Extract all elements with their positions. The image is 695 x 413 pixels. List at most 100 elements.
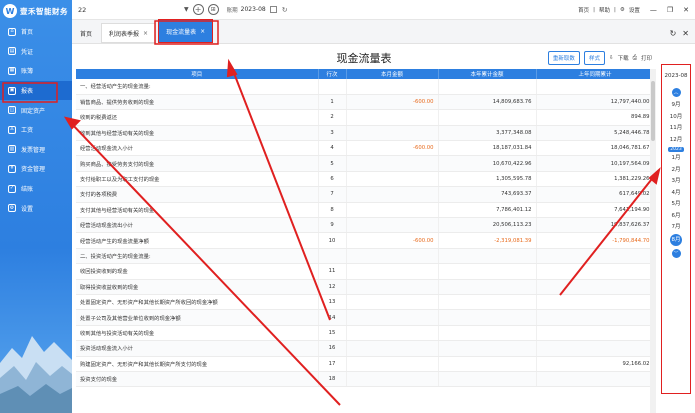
chevron-down-icon[interactable]: ﹀ xyxy=(671,248,681,258)
sidebar-item[interactable]: ▥ 发票管理 xyxy=(0,140,72,160)
period-year: 2023-08 xyxy=(664,73,688,79)
table-row[interactable]: 收回投资收到的现金 11 xyxy=(76,263,655,280)
table-row[interactable]: 购建固定资产、无形资产和其他长期资产所支付的现金 17 92,166.02 xyxy=(76,356,655,372)
download-button[interactable]: 下载 xyxy=(618,54,629,62)
table-row[interactable]: 处置固定资产、无形资产和其他长期资产所收回的现金净额 13 xyxy=(76,294,655,311)
tab-label: 现金流量表 xyxy=(166,28,197,36)
sidebar-item[interactable]: ▣ 报表 xyxy=(0,80,72,101)
month-item[interactable]: 5月 xyxy=(671,199,680,211)
table-row[interactable]: 收到其他与经营活动有关的现金 3 3,377,348.08 5,248,446.78 xyxy=(76,125,655,142)
close-window-icon[interactable]: ✕ xyxy=(683,6,689,14)
row-line: 18 xyxy=(318,371,347,388)
table-row[interactable]: 收到其他与投资活动有关的现金 15 xyxy=(76,325,655,342)
row-item: 投资支付的现金 xyxy=(76,371,319,388)
tab-home[interactable]: 首页 xyxy=(72,23,99,43)
link-home[interactable]: 首页 xyxy=(578,6,589,14)
download-icon[interactable]: ⇩ xyxy=(609,55,614,61)
row-item: 一、经营活动产生的现金流量: xyxy=(76,79,319,95)
row-ytd xyxy=(438,263,537,280)
month-item[interactable]: 3月 xyxy=(671,176,680,188)
row-month xyxy=(346,279,439,295)
table-row[interactable]: 经营活动现金流入小计 4 -600.00 18,187,031.84 18,046,78… xyxy=(76,140,655,157)
sidebar-item[interactable]: ⌂ 首页 xyxy=(0,22,72,42)
table-row[interactable]: 经营活动产生的现金流量净额 10 -600.00 -2,319,081.39 -1,79… xyxy=(76,232,655,249)
row-line: 5 xyxy=(318,155,347,172)
refresh-icon[interactable]: ↻ xyxy=(670,29,677,38)
table-row[interactable]: 二、投资活动产生的现金流量: xyxy=(76,248,655,265)
sidebar-item[interactable]: ♙ 工资 xyxy=(0,120,72,140)
col-item: 项目 xyxy=(76,69,319,79)
table-row[interactable]: 取得投资收益收到的现金 12 xyxy=(76,279,655,295)
close-all-icon[interactable]: ✕ xyxy=(682,29,689,38)
sidebar-item[interactable]: ⚙ 设置 xyxy=(0,198,72,218)
sidebar-item[interactable]: ◫ 固定资产 xyxy=(0,100,72,120)
add-icon[interactable]: + xyxy=(192,4,204,15)
row-month xyxy=(346,371,439,388)
row-prior: -1,790,844.70 xyxy=(536,232,655,249)
row-ytd xyxy=(438,371,537,388)
style-button[interactable]: 样式 xyxy=(583,51,605,65)
month-item[interactable]: 7月 xyxy=(671,222,680,234)
tab-label: 利润表季报 xyxy=(109,30,140,38)
link-settings[interactable]: 设置 xyxy=(629,6,640,14)
scroll-thumb[interactable] xyxy=(651,81,655,141)
table-scrollbar[interactable] xyxy=(650,69,656,413)
month-item[interactable]: 2月 xyxy=(671,165,680,177)
sidebar-item[interactable]: ¥ 资金管理 xyxy=(0,159,72,179)
table-row[interactable]: 支付给职工以及为职工支付的现金 6 1,305,595.78 1,381,229.26 xyxy=(76,171,655,188)
row-item: 经营活动产生的现金流量净额 xyxy=(76,232,319,249)
table-row[interactable]: 经营活动现金流出小计 9 20,506,113.23 19,837,626.37 xyxy=(76,217,655,234)
month-item[interactable]: 11月 xyxy=(670,123,683,135)
table-row[interactable]: 支付其他与经营活动有关的现金 8 7,786,401.12 7,641,194.90 xyxy=(76,202,655,219)
row-item: 取得投资收益收到的现金 xyxy=(76,279,319,295)
sidebar-item[interactable]: ▦ 账簿 xyxy=(0,61,72,81)
table-row[interactable]: 收到的税费返还 2 894.89 xyxy=(76,109,655,126)
restore-icon[interactable]: ❐ xyxy=(667,6,673,14)
row-prior xyxy=(536,294,655,311)
month-item[interactable]: 9月 xyxy=(671,100,680,112)
refresh-icon[interactable]: ↻ xyxy=(282,6,288,14)
sidebar-item[interactable]: ✓ 结账 xyxy=(0,179,72,199)
minimize-icon[interactable]: — xyxy=(650,6,657,14)
table-row[interactable]: 投资支付的现金 18 xyxy=(76,371,655,388)
sidebar-item[interactable]: ▤ 凭证 xyxy=(0,42,72,62)
company-selector[interactable]: 22 xyxy=(72,6,182,14)
month-item[interactable]: 6月 xyxy=(671,211,680,223)
row-item: 支付的各项税费 xyxy=(76,186,319,203)
print-icon[interactable]: ⎙ xyxy=(633,55,637,62)
table-row[interactable]: 投资活动现金流入小计 16 xyxy=(76,340,655,357)
calendar-icon[interactable] xyxy=(269,6,277,13)
table-row[interactable]: 购买商品、接受劳务支付的现金 5 10,670,422.96 10,197,564.0… xyxy=(76,155,655,172)
sidebar-item-label: 结账 xyxy=(21,186,34,194)
row-line: 14 xyxy=(318,309,347,326)
row-month xyxy=(346,79,439,95)
gear-icon[interactable]: ⚙ xyxy=(620,7,625,13)
close-icon[interactable]: × xyxy=(143,30,148,37)
link-help[interactable]: 帮助 xyxy=(599,6,610,14)
row-item: 经营活动现金流入小计 xyxy=(76,140,319,157)
table-row[interactable]: 处置子公司及其他营业单位收到的现金净额 14 xyxy=(76,309,655,326)
table-row[interactable]: 一、经营活动产生的现金流量: xyxy=(76,79,655,95)
month-item[interactable]: 1月 xyxy=(671,153,680,165)
month-item[interactable]: 12月 xyxy=(670,135,683,147)
month-item[interactable]: 4月 xyxy=(671,188,680,200)
row-prior: 12,797,440.00 xyxy=(536,94,655,111)
grid-icon[interactable]: ⊞ xyxy=(207,4,219,15)
brand-name: 壹禾智能财务 xyxy=(20,6,68,16)
refetch-button[interactable]: 重新取数 xyxy=(547,51,580,65)
tab-profit-quarterly[interactable]: 利润表季报 × xyxy=(101,23,157,43)
row-item: 收到其他与经营活动有关的现金 xyxy=(76,125,319,142)
row-line: 15 xyxy=(318,325,347,342)
period-value[interactable]: 2023-08 xyxy=(241,6,266,13)
period-panel: 2023-08 ︿ 9月 10月 11月 12月 2023 1月 2月 3月 4月 5月 6月 7月 8… xyxy=(661,64,691,394)
table-row[interactable]: 销售商品、提供劳务收到的现金 1 -600.00 14,809,683.76 12,79… xyxy=(76,94,655,111)
close-icon[interactable]: × xyxy=(200,28,205,35)
row-item: 经营活动现金流出小计 xyxy=(76,217,319,234)
table-row[interactable]: 支付的各项税费 7 743,693.37 617,649.02 xyxy=(76,186,655,203)
chevron-down-icon[interactable]: ▼ xyxy=(184,6,189,13)
chevron-up-icon[interactable]: ︿ xyxy=(671,88,681,97)
tab-cash-flow[interactable]: 现金流量表 × xyxy=(158,19,214,43)
month-item[interactable]: 8月 xyxy=(669,233,682,246)
print-button[interactable]: 打印 xyxy=(641,54,652,62)
month-item[interactable]: 10月 xyxy=(670,112,683,124)
